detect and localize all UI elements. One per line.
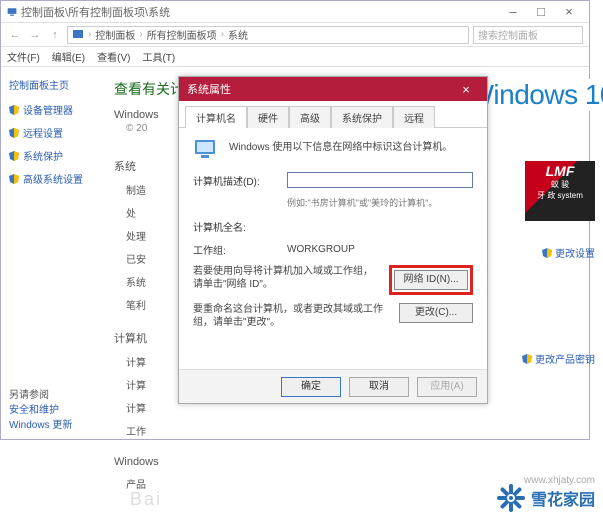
desc-label: 计算机描述(D):: [193, 173, 279, 188]
close-button[interactable]: ×: [555, 4, 583, 19]
search-placeholder: 搜索控制面板: [478, 27, 538, 42]
menu-tools[interactable]: 工具(T): [142, 49, 175, 64]
shield-icon: [9, 151, 19, 161]
fullname-label: 计算机全名:: [193, 219, 279, 234]
computer-description-input[interactable]: [287, 172, 473, 188]
dialog-title-bar: 系统属性 ×: [179, 77, 487, 101]
sidebar-item-label: 设备管理器: [23, 102, 73, 117]
ok-button[interactable]: 确定: [281, 377, 341, 397]
title-bar: 控制面板\所有控制面板项\系统 – □ ×: [1, 1, 589, 23]
oem-top: LMF: [527, 163, 593, 179]
related-heading: 另请参阅: [9, 386, 49, 401]
sidebar: 控制面板主页 设备管理器 远程设置 系统保护 高级系统设置 另请参阅 安全和维护…: [1, 67, 96, 439]
watermark-brand: 雪花家园: [497, 484, 595, 512]
network-id-button[interactable]: 网络 ID(N)...: [394, 270, 468, 290]
maximize-button[interactable]: □: [527, 4, 555, 19]
oem-logo: LMF 蚁 骏 牙 政 system: [525, 161, 595, 221]
breadcrumb-item[interactable]: 控制面板: [95, 27, 135, 42]
tab-remote[interactable]: 远程: [393, 106, 435, 128]
related-link-update[interactable]: Windows 更新: [9, 416, 72, 431]
dialog-close-button[interactable]: ×: [453, 82, 479, 97]
shield-icon: [9, 105, 19, 115]
tab-computer-name[interactable]: 计算机名: [185, 106, 247, 128]
change-product-key-label: 更改产品密钥: [535, 351, 595, 366]
system-properties-dialog: 系统属性 × 计算机名 硬件 高级 系统保护 远程 Windows 使用以下信息…: [178, 76, 488, 404]
nav-up-icon[interactable]: ↑: [47, 29, 63, 41]
window-title: 控制面板\所有控制面板项\系统: [21, 4, 170, 20]
sidebar-item-label: 高级系统设置: [23, 171, 83, 186]
sidebar-item-advanced[interactable]: 高级系统设置: [9, 171, 88, 186]
label-row: 工作: [126, 423, 571, 438]
snowflake-icon: [497, 484, 525, 512]
search-input[interactable]: 搜索控制面板: [473, 26, 583, 44]
workgroup-label: 工作组:: [193, 242, 279, 257]
shield-icon: [9, 174, 19, 184]
workgroup-value: WORKGROUP: [287, 244, 355, 255]
oem-line: 牙 政 system: [527, 190, 593, 201]
dialog-footer: 确定 取消 应用(A): [179, 369, 487, 403]
cancel-button[interactable]: 取消: [349, 377, 409, 397]
sidebar-item-protection[interactable]: 系统保护: [9, 148, 88, 163]
apply-button[interactable]: 应用(A): [417, 377, 477, 397]
rename-text: 要重命名这台计算机，或者更改其域或工作组，请单击"更改"。: [193, 303, 391, 329]
computer-icon: [193, 138, 221, 162]
change-button[interactable]: 更改(C)...: [399, 303, 473, 323]
sidebar-title[interactable]: 控制面板主页: [9, 77, 88, 92]
menu-edit[interactable]: 编辑(E): [52, 49, 85, 64]
network-id-text: 若要使用向导将计算机加入域或工作组，请单击"网络 ID"。: [193, 265, 381, 291]
dialog-body: Windows 使用以下信息在网络中标识这台计算机。 计算机描述(D): 例如:…: [179, 128, 487, 339]
sidebar-item-remote[interactable]: 远程设置: [9, 125, 88, 140]
desc-hint: 例如:"书房计算机"或"美玲的计算机"。: [287, 196, 473, 209]
highlight-annotation: 网络 ID(N)...: [389, 265, 473, 295]
watermark-faint: Bai: [130, 489, 162, 510]
system-icon: [72, 29, 84, 41]
menu-bar: 文件(F) 编辑(E) 查看(V) 工具(T): [1, 47, 589, 67]
sidebar-item-label: 远程设置: [23, 125, 63, 140]
menu-file[interactable]: 文件(F): [7, 49, 40, 64]
section-activation: Windows: [114, 456, 571, 468]
minimize-button[interactable]: –: [499, 4, 527, 19]
sidebar-item-device-manager[interactable]: 设备管理器: [9, 102, 88, 117]
nav-forward-icon[interactable]: →: [27, 29, 43, 41]
tab-hardware[interactable]: 硬件: [247, 106, 289, 128]
breadcrumb-path[interactable]: › 控制面板 › 所有控制面板项 › 系统: [67, 26, 469, 44]
sidebar-item-label: 系统保护: [23, 148, 63, 163]
tab-system-protection[interactable]: 系统保护: [331, 106, 393, 128]
dialog-info-text: Windows 使用以下信息在网络中标识这台计算机。: [229, 138, 452, 153]
dialog-title: 系统属性: [187, 81, 231, 97]
nav-back-icon[interactable]: ←: [7, 29, 23, 41]
monitor-icon: [7, 7, 17, 17]
change-product-key-link[interactable]: 更改产品密钥: [522, 351, 595, 366]
oem-line: 蚁 骏: [527, 179, 593, 190]
menu-view[interactable]: 查看(V): [97, 49, 130, 64]
breadcrumb-item[interactable]: 系统: [228, 27, 248, 42]
shield-icon: [9, 128, 19, 138]
breadcrumb-item[interactable]: 所有控制面板项: [147, 27, 217, 42]
change-settings-label: 更改设置: [555, 245, 595, 260]
change-settings-link[interactable]: 更改设置: [542, 245, 595, 260]
watermark-brand-text: 雪花家园: [531, 486, 595, 510]
breadcrumb-bar: ← → ↑ › 控制面板 › 所有控制面板项 › 系统 搜索控制面板: [1, 23, 589, 47]
tab-strip: 计算机名 硬件 高级 系统保护 远程: [179, 101, 487, 128]
shield-icon: [522, 354, 532, 364]
tab-advanced[interactable]: 高级: [289, 106, 331, 128]
shield-icon: [542, 248, 552, 258]
related-link-security[interactable]: 安全和维护: [9, 401, 59, 416]
